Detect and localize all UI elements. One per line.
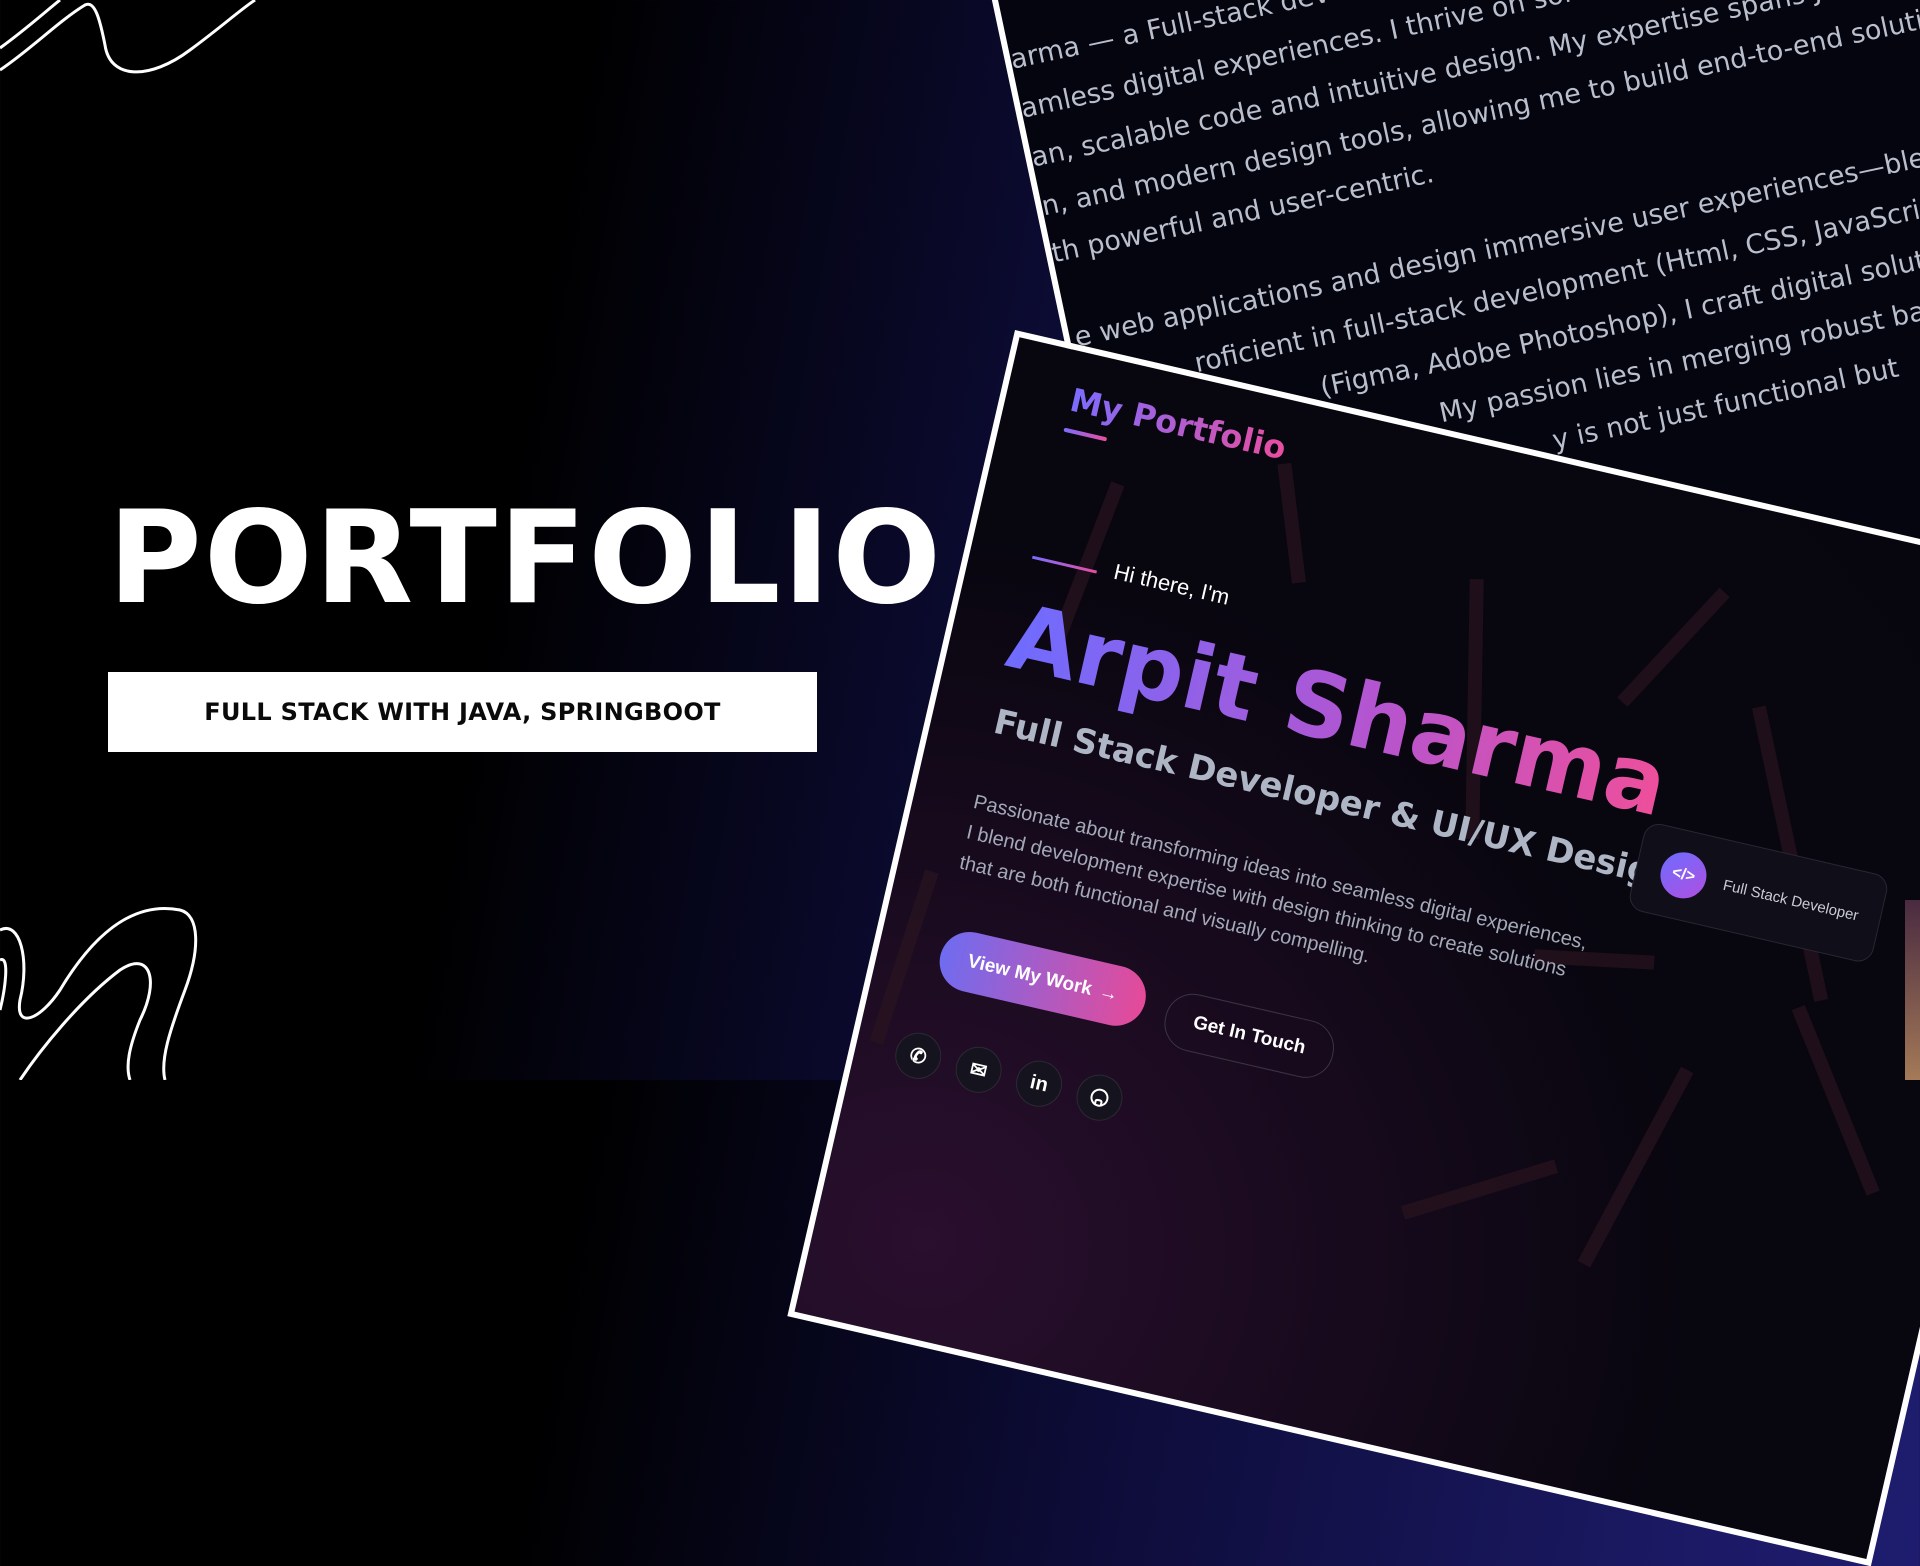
background-edge bbox=[1905, 900, 1920, 1080]
tagline-box: FULL STACK WITH JAVA, SPRINGBOOT bbox=[108, 672, 817, 752]
role-badge: </> Full Stack Developer bbox=[1626, 820, 1891, 965]
view-my-work-label: View My Work bbox=[965, 950, 1094, 1000]
greeting-text: Hi there, I'm bbox=[1111, 558, 1233, 610]
arrow-right-icon: → bbox=[1097, 981, 1121, 1006]
logo-underline bbox=[1063, 427, 1108, 442]
squiggle-decoration-bottom bbox=[0, 907, 198, 1080]
github-icon[interactable] bbox=[1071, 1070, 1128, 1126]
site-logo[interactable]: My Portfolio bbox=[1067, 381, 1290, 468]
decor-stroke bbox=[1401, 1159, 1559, 1220]
phone-icon[interactable]: ✆ bbox=[890, 1028, 946, 1084]
tagline-text: FULL STACK WITH JAVA, SPRINGBOOT bbox=[204, 698, 721, 726]
thumbnail-title: PORTFOLIO bbox=[108, 484, 943, 633]
get-in-touch-button[interactable]: Get In Touch bbox=[1158, 988, 1340, 1084]
decor-stroke bbox=[1277, 462, 1306, 584]
squiggle-decoration-top bbox=[0, 0, 256, 74]
linkedin-icon[interactable]: in bbox=[1011, 1056, 1067, 1112]
decor-stroke bbox=[1577, 1066, 1694, 1268]
hero-section-screenshot: My Portfolio Hi there, I'm Arpit Sharma … bbox=[787, 330, 1920, 1566]
decor-stroke bbox=[1791, 1005, 1880, 1196]
mail-icon[interactable]: ✉ bbox=[951, 1042, 1007, 1098]
decor-stroke bbox=[1617, 587, 1730, 707]
code-icon: </> bbox=[1655, 847, 1712, 903]
role-badge-label: Full Stack Developer bbox=[1721, 876, 1861, 924]
view-my-work-button[interactable]: View My Work → bbox=[933, 926, 1152, 1032]
decor-stroke bbox=[869, 869, 939, 1045]
